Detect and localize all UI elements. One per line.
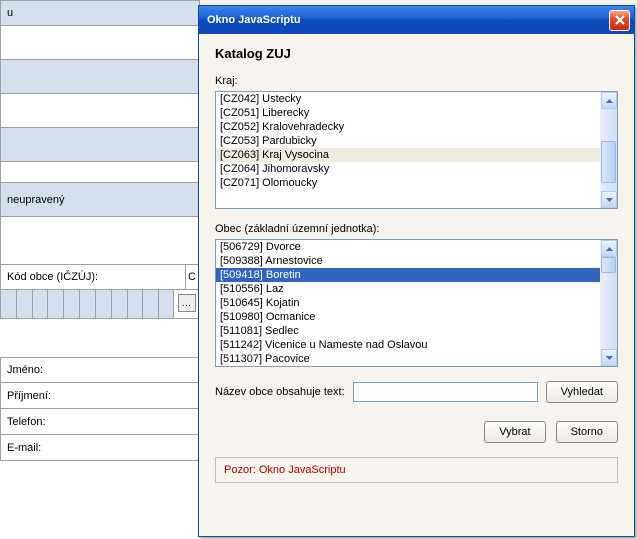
bg-row-u: u — [0, 0, 200, 26]
kraj-listbox[interactable]: [CZ042] Ustecky [CZ051] Liberecky [CZ052… — [215, 91, 618, 209]
list-item[interactable]: [511307] Pacovice — [216, 352, 600, 366]
bg-kod-row: Kód obce (IČZÚJ): C — [0, 265, 200, 290]
list-item[interactable]: [511081] Sedlec — [216, 324, 600, 338]
chevron-down-icon — [606, 356, 613, 360]
code-cell[interactable] — [63, 290, 79, 318]
list-item[interactable]: [CZ063] Kraj Vysocina — [216, 148, 600, 162]
bg-inputs-row: … — [0, 290, 200, 319]
scrollbar[interactable] — [600, 92, 617, 208]
scroll-track[interactable] — [601, 257, 617, 349]
titlebar[interactable]: Okno JavaScriptu — [199, 6, 634, 34]
list-item[interactable]: [CZ071] Olomoucky — [216, 176, 600, 190]
list-item-selected[interactable]: [509418] Boretin — [216, 268, 600, 282]
bg-spacer — [0, 94, 200, 128]
close-icon — [615, 15, 625, 25]
list-item[interactable]: [CZ051] Liberecky — [216, 106, 600, 120]
list-item[interactable]: [CZ052] Kralovehradecky — [216, 120, 600, 134]
bg-row-neupraveny: neupravený — [0, 183, 200, 217]
row-email: E-mail: — [0, 435, 200, 461]
code-cell[interactable] — [47, 290, 63, 318]
scroll-thumb[interactable] — [601, 141, 616, 183]
code-cell[interactable] — [79, 290, 95, 318]
row-telefon: Telefon: — [0, 409, 200, 435]
scroll-track[interactable] — [601, 109, 617, 191]
code-cell[interactable] — [32, 290, 48, 318]
search-button[interactable]: Vyhledat — [546, 381, 618, 403]
window-title: Okno JavaScriptu — [207, 14, 609, 26]
bg-row — [0, 60, 200, 94]
code-cell[interactable] — [127, 290, 143, 318]
obec-listbox[interactable]: [506729] Dvorce [509388] Arnestovice [50… — [215, 239, 618, 367]
chevron-down-icon — [606, 198, 613, 202]
scroll-down-button[interactable] — [601, 349, 617, 366]
list-item[interactable]: [CZ053] Pardubicky — [216, 134, 600, 148]
bg-spacer — [0, 217, 200, 265]
scroll-down-button[interactable] — [601, 191, 617, 208]
bg-spacer — [0, 26, 200, 60]
label-email: E-mail: — [7, 442, 41, 454]
code-cell[interactable] — [111, 290, 127, 318]
bg-gap — [0, 319, 200, 357]
list-item[interactable]: [509388] Arnestovice — [216, 254, 600, 268]
list-item[interactable]: [510556] Laz — [216, 282, 600, 296]
code-cell[interactable] — [158, 290, 174, 318]
kod-label: Kód obce (IČZÚJ): — [1, 265, 185, 289]
scrollbar[interactable] — [600, 240, 617, 366]
bg-spacer — [0, 162, 200, 183]
obec-label: Obec (základní územní jednotka): — [215, 223, 618, 235]
dialog-heading: Katalog ZUJ — [215, 46, 618, 61]
bg-text: u — [7, 7, 13, 19]
row-prijmeni: Příjmení: — [0, 383, 200, 409]
list-item[interactable]: [510645] Kojatin — [216, 296, 600, 310]
code-cell[interactable] — [0, 290, 16, 318]
footer-warning: Pozor: Okno JavaScriptu — [224, 464, 346, 476]
col-c: C — [185, 265, 199, 289]
label-prijmeni: Příjmení: — [7, 390, 51, 402]
dialog-window: Okno JavaScriptu Katalog ZUJ Kraj: [CZ04… — [198, 5, 635, 537]
list-item[interactable]: [CZ042] Ustecky — [216, 92, 600, 106]
list-item[interactable]: [CZ064] Jihomoravsky — [216, 162, 600, 176]
search-input[interactable] — [353, 382, 538, 402]
cancel-button[interactable]: Storno — [556, 421, 618, 443]
chevron-up-icon — [606, 99, 613, 103]
label-telefon: Telefon: — [7, 416, 46, 428]
close-button[interactable] — [609, 10, 630, 31]
chevron-up-icon — [606, 247, 613, 251]
bg-row — [0, 128, 200, 162]
scroll-up-button[interactable] — [601, 240, 617, 257]
kraj-label: Kraj: — [215, 75, 618, 87]
code-cell[interactable] — [16, 290, 32, 318]
search-label: Název obce obsahuje text: — [215, 386, 345, 398]
code-cell[interactable] — [142, 290, 158, 318]
select-button[interactable]: Vybrat — [484, 421, 545, 443]
scroll-thumb[interactable] — [601, 257, 616, 273]
list-item[interactable]: [506729] Dvorce — [216, 240, 600, 254]
label-jmeno: Jméno: — [7, 364, 43, 376]
scroll-up-button[interactable] — [601, 92, 617, 109]
list-item[interactable]: [511242] Vicenice u Nameste nad Oslavou — [216, 338, 600, 352]
bg-text: neupravený — [7, 194, 65, 206]
lookup-button[interactable]: … — [178, 294, 196, 312]
row-jmeno: Jméno: — [0, 357, 200, 383]
list-item[interactable]: [510980] Ocmanice — [216, 310, 600, 324]
code-cell[interactable] — [95, 290, 111, 318]
dialog-footer: Pozor: Okno JavaScriptu — [215, 457, 618, 483]
